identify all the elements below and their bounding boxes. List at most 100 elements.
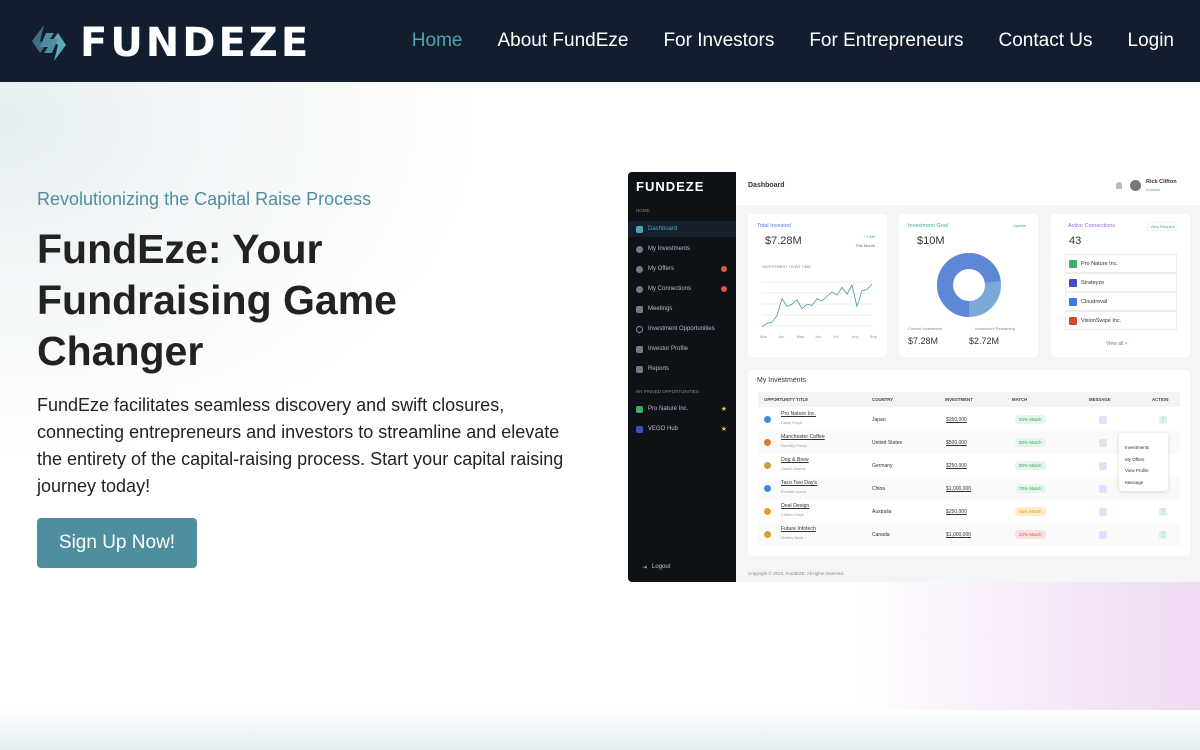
match-badge: 22% Match bbox=[1015, 530, 1046, 539]
card-value: $7.28M bbox=[765, 235, 802, 247]
company-logo bbox=[636, 405, 643, 413]
nav-home[interactable]: Home bbox=[412, 30, 463, 52]
x-tick-label: Jul bbox=[833, 334, 838, 339]
country: China bbox=[872, 485, 886, 492]
sidebar-item-investments: My Investments bbox=[628, 241, 736, 257]
country: Japan bbox=[872, 416, 886, 423]
dashboard-preview: FUNDEZE HOME Dashboard My Investments My… bbox=[628, 172, 1200, 582]
country: Australia bbox=[872, 508, 892, 515]
more-icon: ⋮ bbox=[1159, 507, 1167, 516]
star-icon: ★ bbox=[720, 406, 727, 413]
opportunity-title: Taco Two Day's bbox=[781, 480, 818, 486]
match-badge: 70% Match bbox=[1015, 484, 1046, 493]
card-title: My Investments bbox=[757, 377, 807, 384]
sidebar-section-home: HOME bbox=[636, 208, 650, 213]
nav-login[interactable]: Login bbox=[1128, 30, 1175, 52]
logout-item: ⇥ Logout bbox=[628, 559, 736, 575]
dashboard-footer: Copyright © 2023, FundEZE. All rights re… bbox=[748, 571, 845, 576]
dashboard-header: Dashboard Rick Clifton Investor bbox=[736, 172, 1200, 205]
menu-item: View Profile bbox=[1125, 468, 1149, 473]
table-row: Taco Two Day's Freddie Lynch China $1,00… bbox=[758, 477, 1180, 500]
opportunity-title: Future Infotech bbox=[781, 526, 816, 532]
table-row: Dog & Brew Daniel Adams Germany $250,000… bbox=[758, 454, 1180, 477]
section-divider bbox=[0, 710, 1200, 750]
column-header: ACTION bbox=[1152, 397, 1169, 402]
x-tick-label: Jun bbox=[815, 334, 821, 339]
company-logo bbox=[1069, 316, 1077, 325]
hero-title: FundEze: Your Fundraising Game Changer bbox=[37, 226, 397, 374]
company-logo bbox=[1069, 297, 1077, 306]
sign-up-button[interactable]: Sign Up Now! bbox=[37, 518, 197, 568]
investment-goal-card: Investment Goal Update $10M Current Inve… bbox=[899, 214, 1038, 357]
logo-icon bbox=[32, 25, 66, 61]
opportunity-title: Deal Design bbox=[781, 503, 810, 509]
menu-item: My Offers bbox=[1125, 456, 1145, 462]
company-logo bbox=[1069, 259, 1077, 268]
table-row: Deal Design Clifford Hays Australia $250… bbox=[758, 500, 1180, 523]
nav-investors[interactable]: For Investors bbox=[663, 30, 774, 52]
column-header: MATCH bbox=[1012, 397, 1028, 402]
country: Canada bbox=[872, 531, 890, 538]
connection-item: Strateyze bbox=[1065, 273, 1177, 292]
company-logo bbox=[764, 439, 771, 446]
menu-item: Investments bbox=[1125, 445, 1150, 450]
logo-text: FUNDEZE bbox=[80, 20, 312, 66]
opportunity-title: Dog & Brew bbox=[781, 457, 809, 463]
x-tick-label: May bbox=[797, 334, 805, 339]
hero-description: FundEze facilitates seamless discovery a… bbox=[37, 395, 564, 496]
sidebar-item-dashboard: Dashboard bbox=[628, 221, 736, 237]
investment-amount: $250,000 bbox=[946, 416, 967, 423]
dashboard-logo: FUNDEZE bbox=[636, 179, 705, 194]
investment-amount: $1,000,000 bbox=[946, 485, 972, 492]
investment-line-chart: Mar Apr May Jun Jul Aug Sep bbox=[760, 281, 878, 339]
table-row: Future Infotech Shirley Beck Canada $1,0… bbox=[758, 523, 1180, 546]
card-label: Active Connections bbox=[1068, 223, 1116, 229]
bar-chart-icon bbox=[636, 365, 643, 373]
current-value: $7.28M bbox=[908, 336, 939, 346]
country: United States bbox=[872, 439, 903, 446]
action-menu: Investments My Offers View Profile Messa… bbox=[1119, 433, 1168, 491]
total-invested-card: Total Invested $7.28M +1.8M This Month I… bbox=[748, 214, 887, 357]
nav-contact[interactable]: Contact Us bbox=[999, 30, 1093, 52]
sidebar-item-meetings: Meetings bbox=[628, 301, 736, 317]
connection-name: Cloudreval bbox=[1081, 298, 1108, 305]
user-name: Rick Clifton bbox=[1146, 179, 1177, 185]
match-badge: 93% Match bbox=[1015, 415, 1046, 424]
message-icon bbox=[1099, 484, 1107, 493]
investment-amount: $250,000 bbox=[946, 462, 967, 469]
card-value: $10M bbox=[917, 235, 945, 247]
contact-person: Clifford Hays bbox=[781, 512, 804, 517]
pinned-label: Pro Nature Inc. bbox=[648, 406, 689, 412]
hero-tagline: Revolutionizing the Capital Raise Proces… bbox=[37, 189, 372, 209]
goal-donut-chart bbox=[937, 253, 1001, 317]
company-logo bbox=[764, 508, 771, 515]
sidebar-item-profile: Investor Profile bbox=[628, 341, 736, 357]
notification-badge bbox=[721, 266, 727, 272]
nav-entrepreneurs[interactable]: For Entrepreneurs bbox=[809, 30, 963, 52]
connection-item: VisionSwipe Inc. bbox=[1065, 311, 1177, 330]
logo[interactable]: FUNDEZE bbox=[30, 20, 311, 66]
sidebar-item-reports: Reports bbox=[628, 361, 736, 377]
notification-badge bbox=[721, 286, 727, 292]
investment-amount: $250,000 bbox=[946, 508, 967, 515]
match-badge: 82% Match bbox=[1015, 438, 1046, 447]
sidebar-item-opportunities: Investment Opportunities bbox=[628, 321, 736, 337]
message-icon bbox=[1099, 507, 1107, 516]
grid-icon bbox=[636, 225, 643, 233]
logout-label: Logout bbox=[652, 564, 671, 570]
x-tick-label: Sep bbox=[870, 334, 878, 339]
connection-item: Pro Nature Inc. bbox=[1065, 254, 1177, 273]
more-icon: ⋮ bbox=[1159, 415, 1167, 424]
column-header: COUNTRY bbox=[872, 397, 894, 402]
company-logo bbox=[764, 462, 771, 469]
top-nav: FUNDEZE Home About FundEze For Investors… bbox=[0, 0, 1200, 82]
company-logo bbox=[764, 485, 771, 492]
column-header: INVESTMENT bbox=[945, 397, 973, 402]
nav-about[interactable]: About FundEze bbox=[497, 30, 628, 52]
contact-person: Daisy Floyd bbox=[781, 420, 802, 425]
logout-icon: ⇥ bbox=[642, 564, 648, 571]
sidebar-item-label: Dashboard bbox=[648, 226, 678, 232]
message-icon bbox=[1099, 530, 1107, 539]
table-row: Manchester Coffee Dorothy Fisher United … bbox=[758, 431, 1180, 454]
update-button: Update bbox=[1013, 223, 1026, 228]
